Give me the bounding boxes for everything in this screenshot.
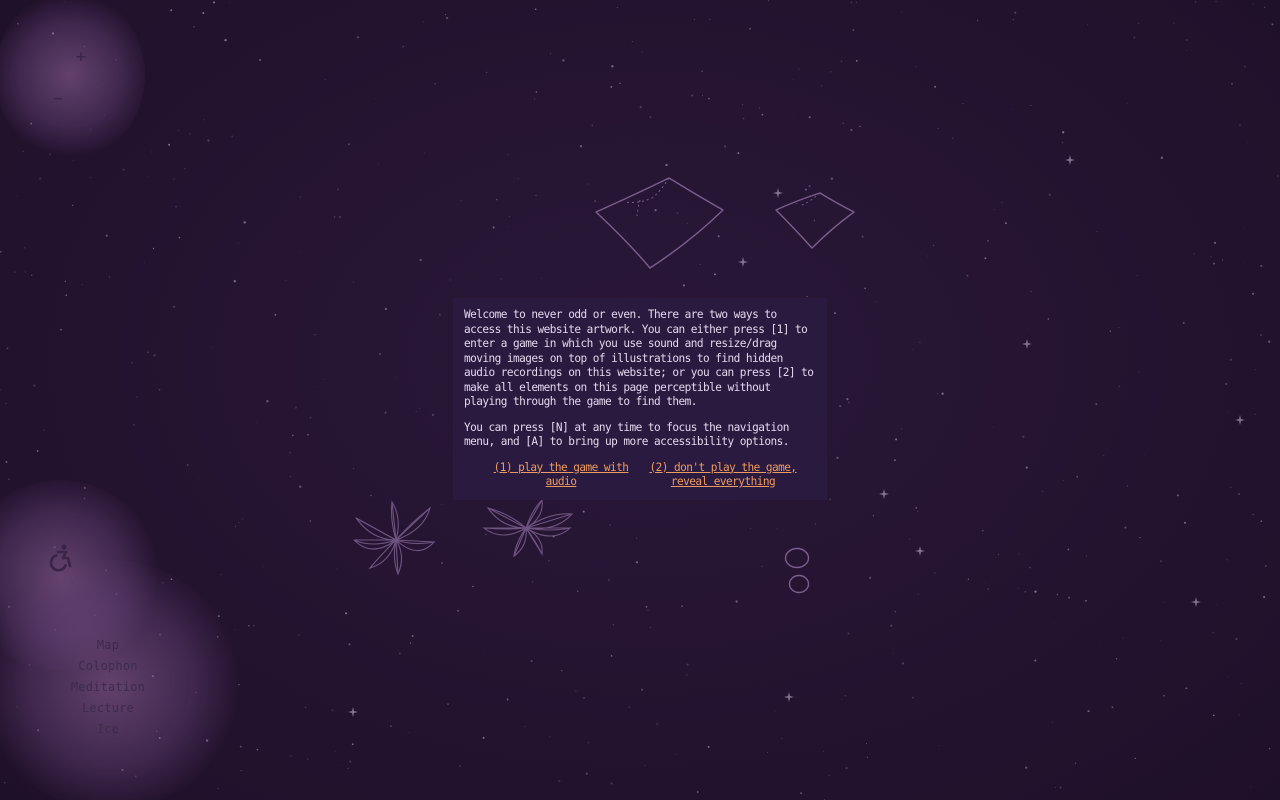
zoom-out-button[interactable]: − [46,87,70,111]
leaf-plant-illustration-right[interactable] [480,498,576,560]
accessibility-button[interactable] [46,543,76,573]
pebbles-illustration[interactable] [782,544,814,598]
welcome-intro-text: Welcome to never odd or even. There are … [464,308,814,408]
paper-sheet-illustration-large[interactable] [590,172,730,272]
leaf-plant-illustration-left[interactable] [352,500,438,576]
nav-item-ice[interactable]: Ice [48,720,168,741]
zoom-controls-glow [0,0,145,160]
welcome-keys-text: You can press [N] at any time to focus t… [464,420,789,449]
dialog-options: (1) play the game with audio (2) don't p… [464,461,816,490]
nav-item-colophon[interactable]: Colophon [48,657,168,678]
wheelchair-icon [49,544,72,572]
zoom-in-button[interactable]: + [69,45,93,69]
nav-item-meditation[interactable]: Meditation [48,678,168,699]
welcome-dialog: Welcome to never odd or even. There are … [453,298,827,500]
nav-item-lecture[interactable]: Lecture [48,699,168,720]
navigation-menu: Map Colophon Meditation Lecture Ice [48,636,168,741]
nav-item-map[interactable]: Map [48,636,168,657]
starfield-canvas[interactable]: + − Map Colophon Meditation Lecture Ice [0,0,1280,800]
paper-sheet-illustration-small[interactable] [772,188,858,252]
play-game-link[interactable]: (1) play the game with audio [486,461,636,490]
reveal-everything-link[interactable]: (2) don't play the game, reveal everythi… [648,461,798,490]
